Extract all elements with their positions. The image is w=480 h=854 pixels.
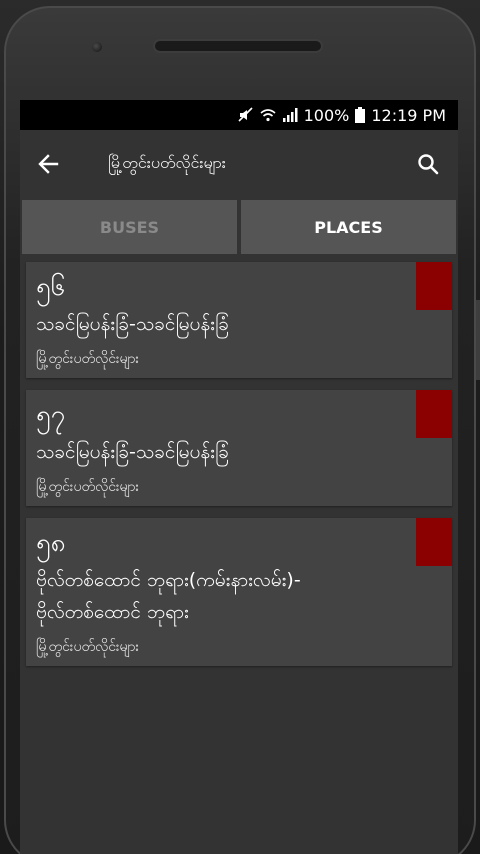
route-color-tag: [416, 262, 452, 310]
route-name: ဗိုလ်တစ်ထောင် ဘုရား(ကမ်းနားလမ်း)- ဗိုလ်တ…: [36, 569, 301, 623]
clock: 12:19 PM: [371, 105, 446, 125]
wifi-icon: [260, 107, 276, 123]
search-button[interactable]: [414, 150, 442, 178]
tab-places[interactable]: PLACES: [241, 200, 456, 254]
route-color-tag: [416, 518, 452, 566]
page-title: မြို့တွင်းပတ်လိုင်းများ: [108, 153, 226, 172]
battery-icon: [355, 107, 366, 123]
tab-bar: BUSES PLACES: [20, 198, 458, 254]
arrow-left-icon: [38, 154, 59, 174]
route-number: ၅၆: [36, 272, 66, 302]
list-item[interactable]: ၅၈ ဗိုလ်တစ်ထောင် ဘုရား(ကမ်းနားလမ်း)- ဗို…: [26, 518, 452, 666]
status-bar: 100% 12:19 PM: [20, 100, 458, 130]
route-number: ၅၈: [36, 528, 66, 558]
app-screen: 100% 12:19 PM မြို့တွင်းပတ်လိုင်းများ BU…: [20, 100, 458, 854]
route-name: သခင်မြပန်းခြံ-သခင်မြပန်းခြံ: [36, 313, 229, 335]
side-button: [476, 300, 480, 380]
route-category: မြို့တွင်းပတ်လိုင်းများ: [36, 479, 140, 495]
route-color-tag: [416, 390, 452, 438]
battery-percent: 100%: [303, 105, 350, 125]
route-category: မြို့တွင်းပတ်လိုင်းများ: [36, 351, 140, 367]
list-item[interactable]: ၅၆ သခင်မြပန်းခြံ-သခင်မြပန်းခြံ မြို့တွင်…: [26, 262, 452, 378]
search-icon: [418, 154, 439, 175]
earpiece-speaker: [153, 39, 323, 53]
app-bar: မြို့တွင်းပတ်လိုင်းများ: [20, 130, 458, 198]
route-list: ၅၆ သခင်မြပန်းခြံ-သခင်မြပန်းခြံ မြို့တွင်…: [20, 254, 458, 666]
route-number: ၅၇: [36, 400, 66, 430]
signal-icon: [282, 107, 298, 123]
back-button[interactable]: [34, 150, 62, 178]
front-camera: [92, 42, 102, 52]
route-name: သခင်မြပန်းခြံ-သခင်မြပန်းခြံ: [36, 441, 229, 463]
phone-frame: 100% 12:19 PM မြို့တွင်းပတ်လိုင်းများ BU…: [0, 0, 480, 854]
tab-buses[interactable]: BUSES: [22, 200, 237, 254]
route-category: မြို့တွင်းပတ်လိုင်းများ: [36, 639, 140, 655]
mute-icon: [238, 107, 254, 123]
list-item[interactable]: ၅၇ သခင်မြပန်းခြံ-သခင်မြပန်းခြံ မြို့တွင်…: [26, 390, 452, 506]
